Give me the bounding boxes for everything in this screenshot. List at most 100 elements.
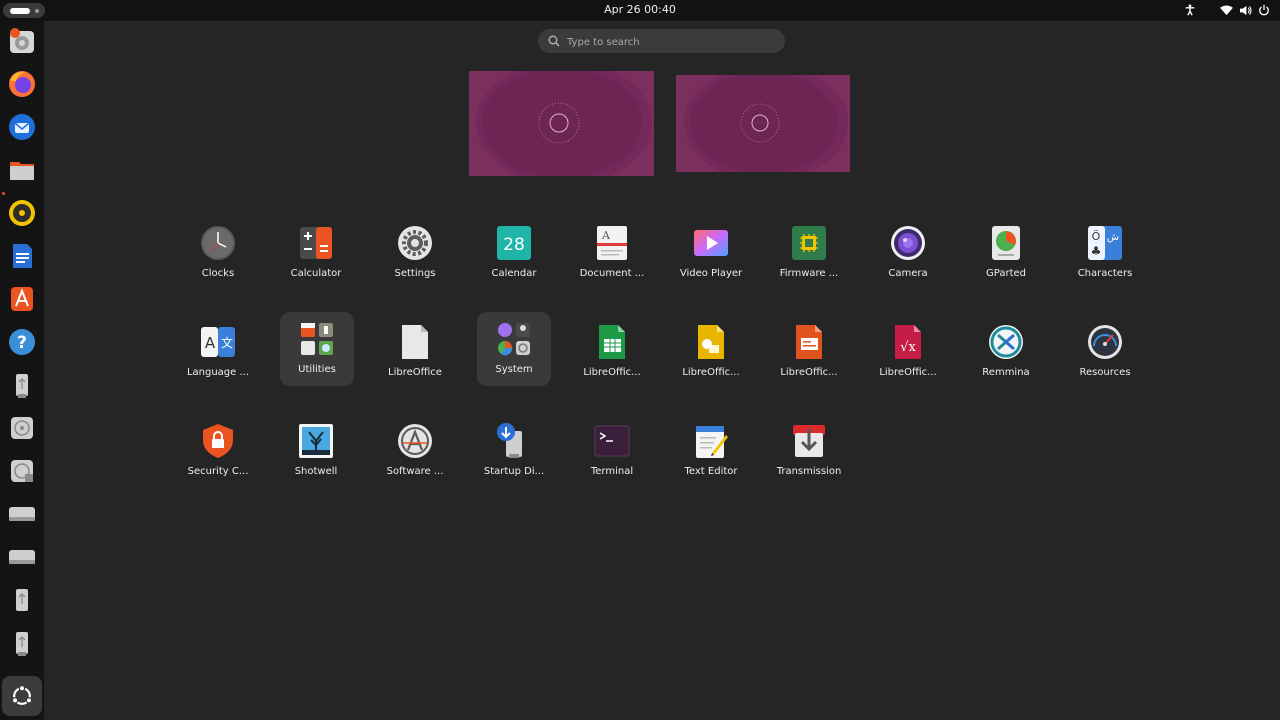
app-label: Security C... [187,466,249,477]
language-icon: A文 [201,327,235,357]
utilities-folder-icon [301,323,333,355]
folder-system[interactable]: System [477,312,551,386]
workspace-thumbnail-2[interactable] [676,75,850,172]
dock-item-drive-1[interactable] [5,497,39,531]
app-software-updater[interactable]: Software ... [375,411,455,491]
text-editor-icon [696,426,728,458]
svg-text:A: A [601,229,611,242]
app-settings[interactable]: Settings [375,213,455,293]
system-folder-icon [498,323,530,356]
app-label: Clocks [201,268,235,279]
app-gparted[interactable]: GParted [966,213,1046,293]
libreoffice-math-icon: √x [895,325,921,359]
app-label: GParted [986,268,1026,279]
app-label: Shotwell [294,466,338,477]
dock-item-usb-drive-3[interactable] [5,626,39,660]
dock-item-app-center[interactable] [5,282,39,316]
wifi-icon[interactable] [1219,3,1233,17]
app-characters[interactable]: Ö ♣ ش Characters [1065,213,1145,293]
svg-text:♣: ♣ [1091,244,1102,258]
libreoffice-icon [402,325,428,359]
app-label: LibreOffic... [583,367,641,378]
app-libreoffice-calc[interactable]: LibreOffic... [572,312,652,392]
app-resources[interactable]: Resources [1065,312,1145,392]
app-terminal[interactable]: Terminal [572,411,652,491]
app-label: LibreOffic... [879,367,937,378]
app-clocks[interactable]: Clocks [178,213,258,293]
app-label: Software ... [386,466,444,477]
dock-item-firefox[interactable] [5,67,39,101]
firefox-icon [9,71,35,97]
app-label: Camera [888,268,928,279]
dock-item-optical-disc[interactable] [5,411,39,445]
app-label: Firmware ... [779,268,839,279]
firmware-chip-icon [792,226,826,260]
app-language-support[interactable]: A文 Language ... [178,312,258,392]
dock: ? [0,21,44,720]
app-label: Utilities [298,364,336,375]
dock-item-help[interactable]: ? [5,325,39,359]
dock-item-rhythmbox[interactable] [5,196,39,230]
startup-disk-icon [497,423,522,458]
terminal-icon [594,425,630,457]
accessibility-icon[interactable] [1183,3,1197,17]
hard-drive-icon [9,550,35,564]
app-firmware-updater[interactable]: Firmware ... [769,213,849,293]
app-document-viewer[interactable]: A Document ... [572,213,652,293]
gparted-icon [992,226,1020,260]
installer-icon [10,28,34,53]
optical-drive-icon [11,417,33,439]
dock-item-writer[interactable] [5,239,39,273]
app-startup-disk-creator[interactable]: Startup Di... [474,411,554,491]
app-label: Text Editor [684,466,738,477]
app-remmina[interactable]: Remmina [966,312,1046,392]
libreoffice-writer-icon [13,244,32,268]
app-video-player[interactable]: Video Player [671,213,751,293]
search-input[interactable] [565,32,779,52]
app-label: Settings [394,268,436,279]
disc-image-icon [11,460,33,482]
dock-item-thunderbird[interactable] [5,110,39,144]
app-label: LibreOffice [388,367,442,378]
date-time[interactable]: Apr 26 00:40 [0,3,1280,16]
top-bar: Apr 26 00:40 [0,0,1280,21]
dock-item-usb-drive-2[interactable] [5,583,39,617]
app-calculator[interactable]: Calculator [276,213,356,293]
folder-icon [10,162,34,180]
app-label: Calculator [290,268,342,279]
help-icon: ? [9,329,35,355]
app-transmission[interactable]: Transmission [769,411,849,491]
dock-item-disc-image[interactable] [5,454,39,488]
dock-item-files[interactable] [5,153,39,187]
usb-drive-icon [16,589,28,611]
app-libreoffice-math[interactable]: √x LibreOffic... [868,312,948,392]
rhythmbox-icon [9,200,35,226]
app-calendar[interactable]: 28 Calendar [474,213,554,293]
app-label: Calendar [491,268,537,279]
libreoffice-impress-icon [796,325,822,359]
wallpaper-thumbnail [676,75,850,172]
folder-utilities[interactable]: Utilities [280,312,354,386]
search-bar[interactable] [538,29,785,53]
dock-item-install-ubuntu[interactable] [5,24,39,58]
running-indicator [2,192,5,195]
app-label: Transmission [776,466,842,477]
app-security-center[interactable]: Security C... [178,411,258,491]
app-shotwell[interactable]: Shotwell [276,411,356,491]
show-apps-button[interactable] [2,676,42,716]
remmina-icon [989,325,1023,359]
svg-text:28: 28 [503,235,525,255]
app-libreoffice[interactable]: LibreOffice [375,312,455,392]
dock-item-usb-drive[interactable] [5,368,39,402]
search-icon [548,35,560,47]
app-libreoffice-draw[interactable]: LibreOffic... [671,312,751,392]
app-libreoffice-impress[interactable]: LibreOffic... [769,312,849,392]
power-icon[interactable] [1257,3,1271,17]
dock-item-drive-2[interactable] [5,540,39,574]
app-camera[interactable]: Camera [868,213,948,293]
workspace-thumbnail-1[interactable] [469,71,654,176]
svg-text:ش: ش [1107,232,1119,243]
shotwell-icon [299,424,333,458]
app-text-editor[interactable]: Text Editor [671,411,751,491]
volume-icon[interactable] [1238,3,1252,17]
